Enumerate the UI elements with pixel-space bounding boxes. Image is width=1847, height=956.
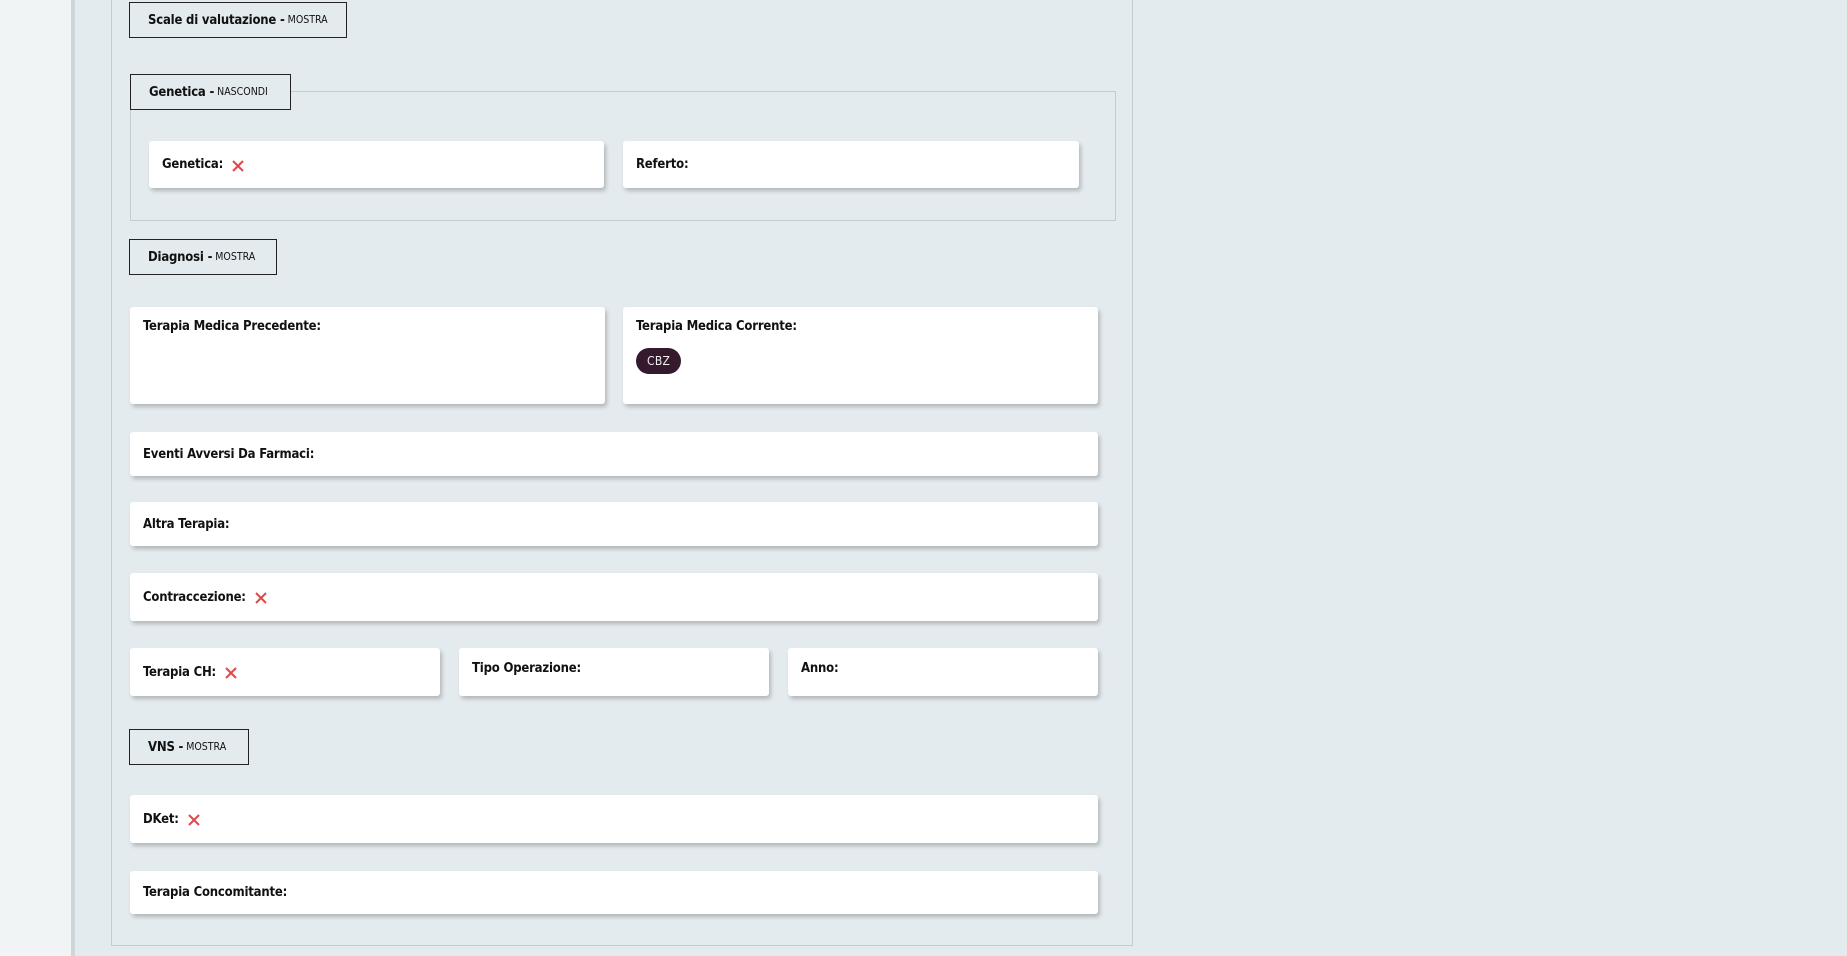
close-x-icon	[188, 814, 200, 826]
field-dket: DKet:	[130, 795, 1098, 843]
section-vns-toggle[interactable]: VNS - MOSTRA	[129, 729, 249, 765]
field-anno-label: Anno:	[801, 661, 839, 676]
sidebar-divider	[71, 0, 75, 956]
field-tipo-operazione: Tipo Operazione:	[459, 648, 769, 696]
field-genetica: Genetica:	[149, 141, 604, 188]
section-scale-toggle[interactable]: Scale di valutazione - MOSTRA	[129, 2, 347, 38]
section-genetica-hide: NASCONDI	[217, 86, 268, 98]
field-terapia-corrente-label: Terapia Medica Corrente:	[636, 319, 797, 334]
field-terapia-precedente-label: Terapia Medica Precedente:	[143, 319, 321, 334]
field-terapia-ch-label: Terapia CH:	[143, 664, 217, 680]
section-diagnosi-title: Diagnosi -	[148, 249, 213, 265]
field-eventi-avversi: Eventi Avversi Da Farmaci:	[130, 432, 1098, 476]
section-genetica-toggle[interactable]: Genetica - NASCONDI	[130, 74, 291, 110]
section-scale-title: Scale di valutazione -	[148, 12, 285, 28]
field-terapia-medica-corrente: Terapia Medica Corrente: CBZ	[623, 307, 1098, 404]
field-terapia-medica-precedente: Terapia Medica Precedente:	[130, 307, 605, 404]
field-contraccezione: Contraccezione:	[130, 573, 1098, 621]
left-sidebar	[0, 0, 71, 956]
section-diagnosi-toggle[interactable]: Diagnosi - MOSTRA	[129, 239, 277, 275]
field-contraccezione-label: Contraccezione:	[143, 589, 246, 605]
field-tipo-operazione-label: Tipo Operazione:	[472, 661, 581, 676]
field-genetica-label: Genetica:	[162, 157, 224, 172]
field-terapia-ch: Terapia CH:	[130, 648, 440, 696]
field-referto-label: Referto:	[636, 157, 689, 172]
section-vns-title: VNS -	[148, 739, 184, 755]
field-referto: Referto:	[623, 141, 1079, 188]
section-vns-show: MOSTRA	[186, 741, 227, 753]
close-x-icon	[255, 592, 267, 604]
section-diagnosi-show: MOSTRA	[215, 251, 256, 263]
therapy-tag: CBZ	[636, 348, 682, 374]
field-altra-terapia: Altra Terapia:	[130, 502, 1098, 546]
field-terapia-concomitante: Terapia Concomitante:	[130, 871, 1098, 914]
close-x-icon	[225, 667, 237, 679]
field-dket-label: DKet:	[143, 811, 179, 827]
section-genetica-title: Genetica -	[149, 84, 215, 100]
field-terapia-concomitante-label: Terapia Concomitante:	[143, 885, 288, 900]
field-anno: Anno:	[788, 648, 1098, 696]
field-eventi-avversi-label: Eventi Avversi Da Farmaci:	[143, 446, 315, 462]
section-scale-show: MOSTRA	[287, 14, 328, 26]
close-x-icon	[232, 159, 244, 172]
field-altra-terapia-label: Altra Terapia:	[143, 516, 230, 532]
